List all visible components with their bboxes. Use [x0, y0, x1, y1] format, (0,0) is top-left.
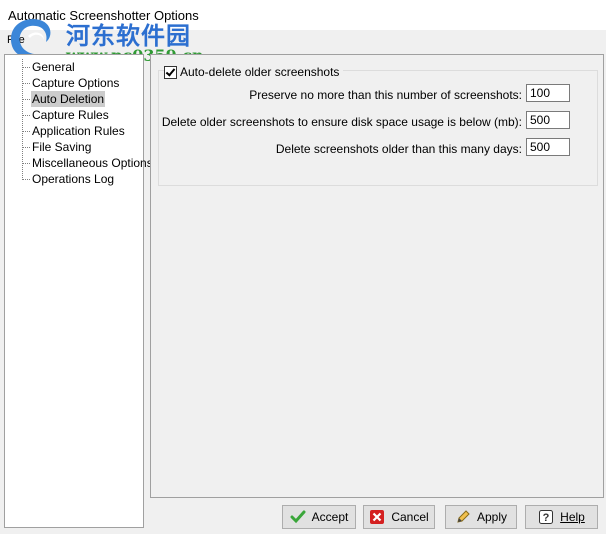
help-label: Help [560, 510, 585, 524]
tree-item-auto-deletion[interactable]: Auto Deletion [31, 91, 106, 107]
help-button[interactable]: ? Help [525, 505, 598, 529]
checkmark-icon [290, 509, 306, 525]
tree-connector [22, 163, 30, 164]
tree-connector [22, 115, 30, 116]
cancel-x-icon [369, 509, 385, 525]
menu-file[interactable]: File [7, 34, 25, 46]
cancel-button[interactable]: Cancel [363, 505, 435, 529]
accept-label: Accept [311, 510, 349, 524]
window-title: Automatic Screenshotter Options [8, 8, 199, 23]
max-screenshots-input[interactable] [526, 84, 570, 102]
tree-connector [22, 67, 30, 68]
title-bar: Automatic Screenshotter Options [0, 0, 606, 30]
max-screenshots-label: Preserve no more than this number of scr… [249, 88, 522, 102]
tree-item-operations-log[interactable]: Operations Log [31, 171, 115, 187]
help-icon: ? [538, 509, 554, 525]
svg-text:?: ? [543, 512, 550, 524]
tree-item-capture-options[interactable]: Capture Options [31, 75, 120, 91]
auto-delete-checkbox-row[interactable]: Auto-delete older screenshots [164, 64, 344, 80]
auto-delete-checkbox[interactable] [164, 65, 177, 79]
accept-button[interactable]: Accept [282, 505, 356, 529]
max-age-days-input[interactable] [526, 138, 570, 156]
tree-connector [22, 179, 30, 180]
tree-item-application-rules[interactable]: Application Rules [31, 123, 126, 139]
disk-usage-label: Delete older screenshots to ensure disk … [161, 115, 522, 129]
tree-item-capture-rules[interactable]: Capture Rules [31, 107, 110, 123]
apply-label: Apply [476, 510, 508, 524]
tree-connector [22, 83, 30, 84]
tree-item-file-saving[interactable]: File Saving [31, 139, 92, 155]
disk-usage-input[interactable] [526, 111, 570, 129]
tree-item-general[interactable]: General [31, 59, 76, 75]
tree-connector [22, 99, 30, 100]
tree-connector [22, 147, 30, 148]
tree-connector [22, 131, 30, 132]
options-tree: General Capture Options Auto Deletion Ca… [4, 54, 153, 528]
cancel-label: Cancel [391, 510, 429, 524]
apply-button[interactable]: Apply [445, 505, 517, 529]
max-age-days-label: Delete screenshots older than this many … [275, 142, 522, 156]
tree-item-miscellaneous-options[interactable]: Miscellaneous Options [31, 155, 154, 171]
pencil-icon [455, 509, 471, 525]
auto-delete-label: Auto-delete older screenshots [180, 65, 340, 79]
tree-connector [22, 59, 23, 180]
